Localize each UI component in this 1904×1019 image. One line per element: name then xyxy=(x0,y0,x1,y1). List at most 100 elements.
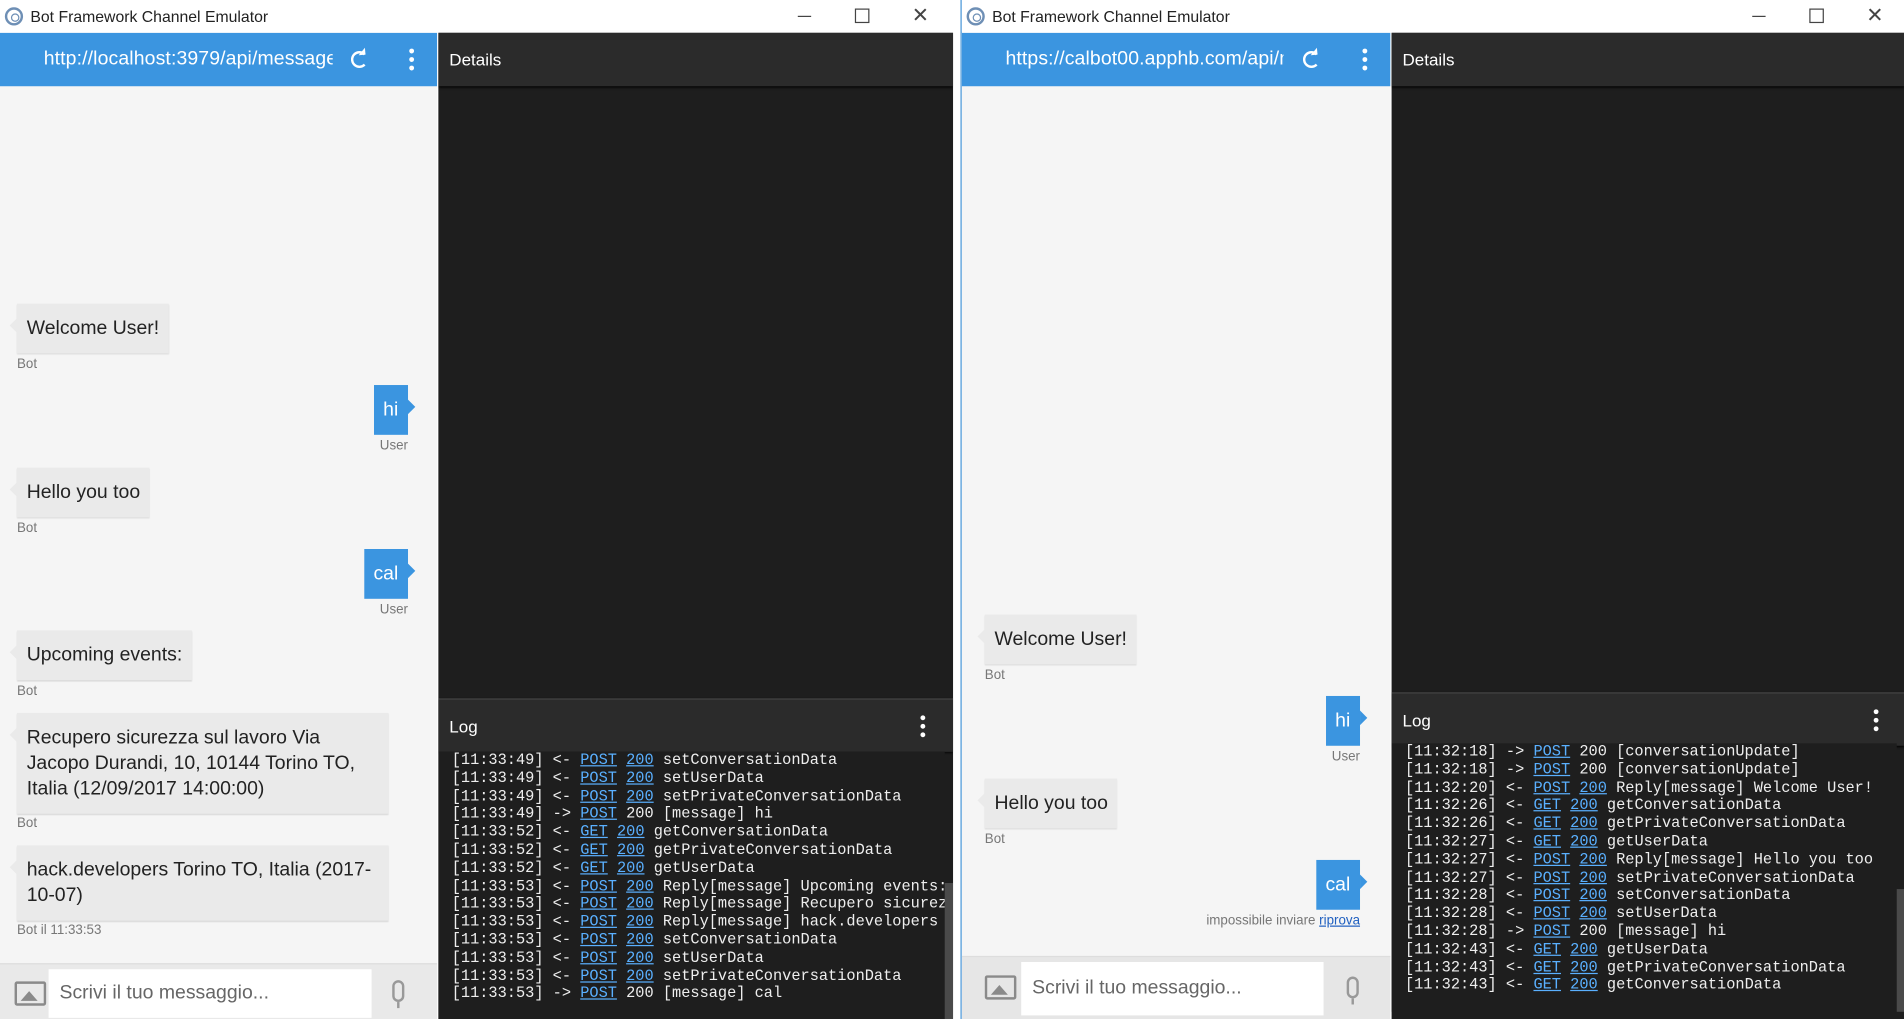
log-status-link[interactable]: 200 xyxy=(626,878,654,895)
log-method-link[interactable]: GET xyxy=(1533,977,1561,994)
bot-message[interactable]: Hello you too xyxy=(9,467,150,518)
log-direction: <- xyxy=(552,751,572,769)
close-button[interactable]: ✕ xyxy=(1847,0,1903,32)
retry-link[interactable]: riprova xyxy=(1319,913,1360,928)
log-menu-icon[interactable] xyxy=(920,715,926,738)
log-entry: [11:33:49] -> POST 200 [message] hi xyxy=(452,806,945,824)
log-status-link[interactable]: 200 xyxy=(617,824,645,841)
bot-message[interactable]: hack.developers Torino TO, Italia (2017-… xyxy=(9,845,389,921)
log-entry: [11:33:49] <- POST 200 setConversationDa… xyxy=(452,752,945,770)
image-upload-icon[interactable] xyxy=(14,981,47,1006)
log-status-link[interactable]: 200 xyxy=(1570,959,1598,976)
bot-message[interactable]: Recupero sicurezza sul lavoro Via Jacopo… xyxy=(9,712,389,814)
message-input[interactable]: Scrivi il tuo messaggio... xyxy=(48,969,372,1018)
refresh-icon[interactable] xyxy=(1302,51,1320,69)
message-input[interactable]: Scrivi il tuo messaggio... xyxy=(1021,961,1324,1016)
log-method-link[interactable]: POST xyxy=(580,932,617,949)
log-method-link[interactable]: POST xyxy=(1533,779,1570,796)
log-method-link[interactable]: GET xyxy=(580,842,608,859)
bot-message[interactable]: Hello you too xyxy=(977,778,1118,829)
user-message[interactable]: hi xyxy=(1325,695,1368,746)
log-timestamp: [11:33:52] xyxy=(451,841,544,859)
log-status-link[interactable]: 200 xyxy=(1579,887,1607,904)
log-status-link[interactable]: 200 xyxy=(1579,869,1607,886)
log-timestamp: [11:33:53] xyxy=(451,913,544,931)
log-scrollbar[interactable] xyxy=(944,883,954,1019)
log-status-link[interactable]: 200 xyxy=(1579,905,1607,922)
log-method-link[interactable]: POST xyxy=(1533,905,1570,922)
log-method-link[interactable]: POST xyxy=(1533,851,1570,868)
details-header: Details xyxy=(438,32,954,87)
log-timestamp: [11:32:20] xyxy=(1404,779,1497,797)
log-status-link[interactable]: 200 xyxy=(626,770,654,787)
log-status-link[interactable]: 200 xyxy=(617,842,645,859)
log-method-link[interactable]: GET xyxy=(580,860,608,877)
maximize-button[interactable] xyxy=(1789,0,1845,32)
message-sender: User xyxy=(379,602,409,618)
microphone-icon[interactable] xyxy=(392,980,405,1009)
log-method-link[interactable]: POST xyxy=(580,752,617,769)
log-method-link[interactable]: GET xyxy=(1533,815,1561,832)
microphone-icon[interactable] xyxy=(1346,976,1359,1005)
endpoint-url-input[interactable]: http://localhost:3979/api/messages xyxy=(44,49,333,71)
log-method-link[interactable]: GET xyxy=(1533,959,1561,976)
log-entry: [11:33:53] <- POST 200 Reply[message] Up… xyxy=(452,878,945,896)
title-bar[interactable]: Bot Framework Channel Emulator ✕ xyxy=(0,0,954,32)
log-status-link[interactable]: 200 xyxy=(1579,779,1607,796)
log-status-link[interactable]: 200 xyxy=(626,752,654,769)
settings-menu-icon[interactable] xyxy=(409,48,415,71)
refresh-icon[interactable] xyxy=(350,51,368,69)
log-text: getUserData xyxy=(1606,833,1708,851)
minimize-button[interactable] xyxy=(776,0,832,32)
maximize-button[interactable] xyxy=(834,0,890,32)
log-status-link[interactable]: 200 xyxy=(1570,977,1598,994)
user-message[interactable]: hi xyxy=(373,385,416,435)
bot-message[interactable]: Welcome User! xyxy=(977,614,1137,665)
log-method-link[interactable]: POST xyxy=(1533,923,1570,940)
user-message[interactable]: cal xyxy=(363,548,416,599)
bot-message[interactable]: Upcoming events: xyxy=(9,630,192,681)
image-upload-icon[interactable] xyxy=(984,975,1017,1000)
log-method-link[interactable]: POST xyxy=(1533,743,1570,760)
log-method-link[interactable]: GET xyxy=(1533,833,1561,850)
log-status-link[interactable]: 200 xyxy=(1579,851,1607,868)
log-method-link[interactable]: POST xyxy=(580,788,617,805)
log-method-link[interactable]: POST xyxy=(580,914,617,931)
log-method-link[interactable]: POST xyxy=(580,985,617,1002)
user-message[interactable]: cal xyxy=(1315,859,1368,910)
log-entry: [11:33:53] <- POST 200 Reply[message] ha… xyxy=(452,914,945,932)
bot-message[interactable]: Welcome User! xyxy=(9,303,169,354)
log-method-link[interactable]: GET xyxy=(1533,941,1561,958)
log-method-link[interactable]: POST xyxy=(580,770,617,787)
log-status-link[interactable]: 200 xyxy=(626,788,654,805)
log-status-link[interactable]: 200 xyxy=(1570,833,1598,850)
log-menu-icon[interactable] xyxy=(1873,709,1879,732)
log-status-link[interactable]: 200 xyxy=(617,860,645,877)
log-method-link[interactable]: GET xyxy=(1533,797,1561,814)
log-status-link[interactable]: 200 xyxy=(626,968,654,985)
log-status-link[interactable]: 200 xyxy=(626,932,654,949)
log-method-link[interactable]: POST xyxy=(580,968,617,985)
log-status-link[interactable]: 200 xyxy=(626,914,654,931)
log-method-link[interactable]: POST xyxy=(1533,887,1570,904)
log-method-link[interactable]: POST xyxy=(1533,869,1570,886)
log-method-link[interactable]: POST xyxy=(580,806,617,823)
log-method-link[interactable]: POST xyxy=(580,878,617,895)
log-method-link[interactable]: POST xyxy=(580,950,617,967)
log-method-link[interactable]: POST xyxy=(1533,761,1570,778)
endpoint-url-input[interactable]: https://calbot00.apphb.com/api/messages xyxy=(1005,49,1283,71)
log-method-link[interactable]: GET xyxy=(580,824,608,841)
log-status-link[interactable]: 200 xyxy=(1570,815,1598,832)
log-status-link[interactable]: 200 xyxy=(1570,941,1598,958)
title-bar[interactable]: Bot Framework Channel Emulator ✕ xyxy=(961,0,1904,32)
minimize-button[interactable] xyxy=(1730,0,1786,32)
log-status-link[interactable]: 200 xyxy=(626,950,654,967)
log-text: setConversationData xyxy=(662,931,838,949)
log-status-link[interactable]: 200 xyxy=(626,896,654,913)
log-status-link[interactable]: 200 xyxy=(1570,797,1598,814)
log-method-link[interactable]: POST xyxy=(580,896,617,913)
close-button[interactable]: ✕ xyxy=(893,0,949,32)
settings-menu-icon[interactable] xyxy=(1362,48,1368,71)
log-scrollbar[interactable] xyxy=(1896,889,1904,1012)
log-direction: -> xyxy=(552,985,572,1003)
